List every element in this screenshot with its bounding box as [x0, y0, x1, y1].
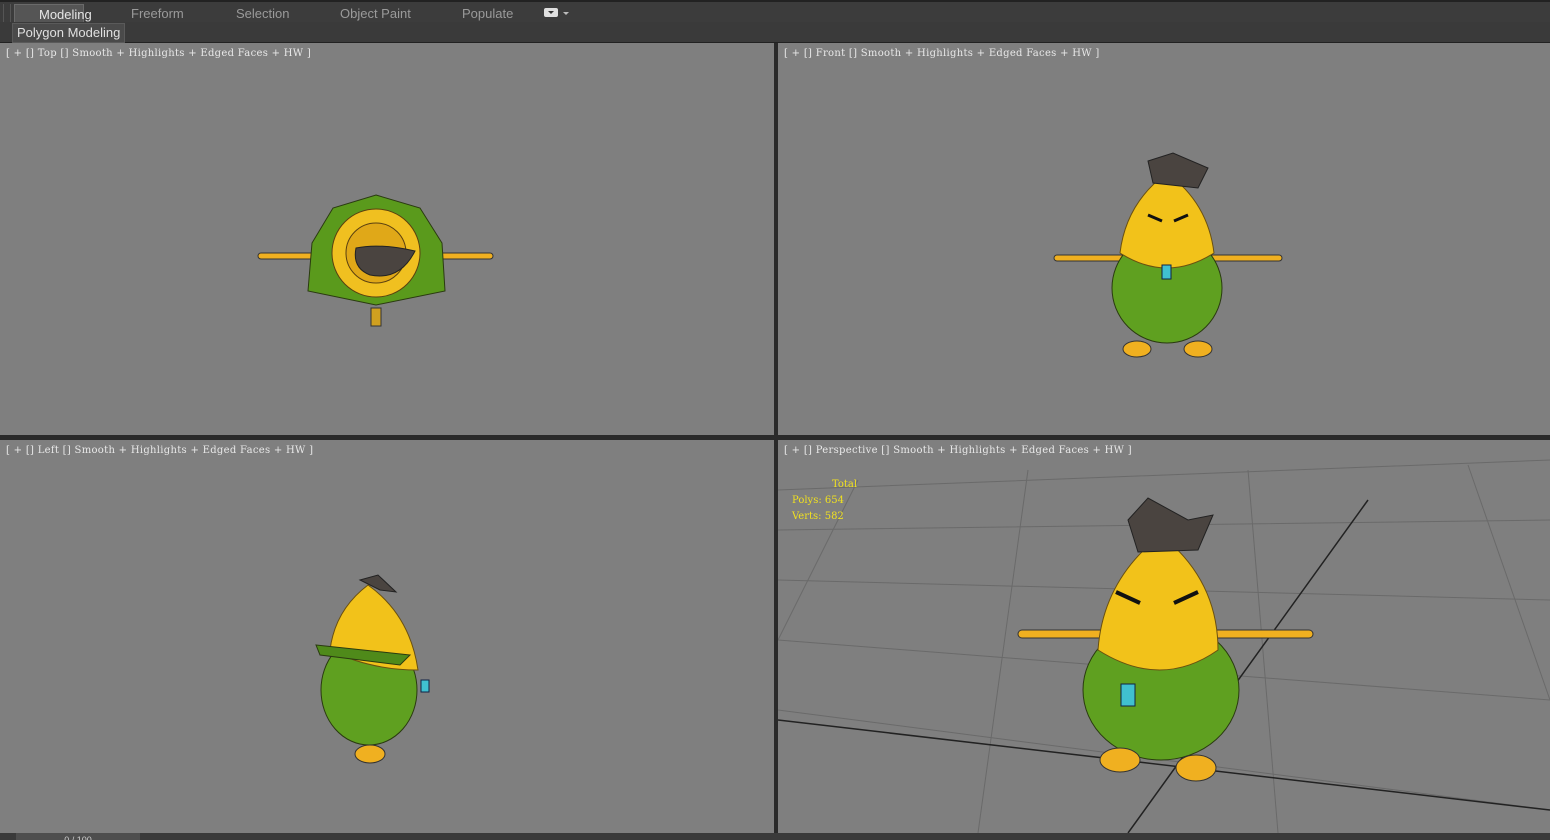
ribbon-options-icon[interactable] — [544, 8, 558, 17]
scene-statistics: Total Polys: 654 Verts: 582 — [792, 477, 857, 525]
perspective-grid-and-character — [778, 459, 1550, 833]
chevron-down-icon[interactable] — [563, 12, 569, 18]
stats-polys: Polys: 654 — [792, 495, 844, 506]
time-slider[interactable]: 0 / 100 — [16, 833, 140, 840]
tab-object-paint[interactable]: Object Paint — [340, 4, 411, 23]
polygon-modeling-panel[interactable]: Polygon Modeling — [12, 23, 126, 43]
character-left-view — [315, 574, 430, 764]
viewport-left[interactable]: [ + [] Left [] Smooth + Highlights + Edg… — [0, 440, 774, 833]
stats-verts: Verts: 582 — [792, 511, 844, 522]
viewport-divider-horizontal[interactable] — [0, 435, 1550, 440]
ribbon-tabs: Modeling Freeform Selection Object Paint… — [0, 0, 1550, 42]
tab-selection[interactable]: Selection — [236, 4, 289, 23]
viewport-top[interactable]: [ + [] Top [] Smooth + Highlights + Edge… — [0, 43, 774, 435]
tab-freeform[interactable]: Freeform — [131, 4, 184, 23]
timeline-bar: 0 / 100 — [0, 833, 1550, 840]
viewport-label[interactable]: [ + [] Perspective [] Smooth + Highlight… — [784, 445, 1132, 456]
tab-populate[interactable]: Populate — [462, 4, 513, 23]
stats-header: Total — [832, 479, 858, 490]
viewport-perspective[interactable]: [ + [] Perspective [] Smooth + Highlight… — [778, 440, 1550, 833]
viewport-front[interactable]: [ + [] Front [] Smooth + Highlights + Ed… — [778, 43, 1550, 435]
character-front-view — [1053, 152, 1283, 358]
ribbon-panel-bar: Polygon Modeling — [0, 22, 1550, 43]
tab-modeling[interactable]: Modeling — [14, 4, 92, 23]
character-top-view — [257, 194, 494, 327]
